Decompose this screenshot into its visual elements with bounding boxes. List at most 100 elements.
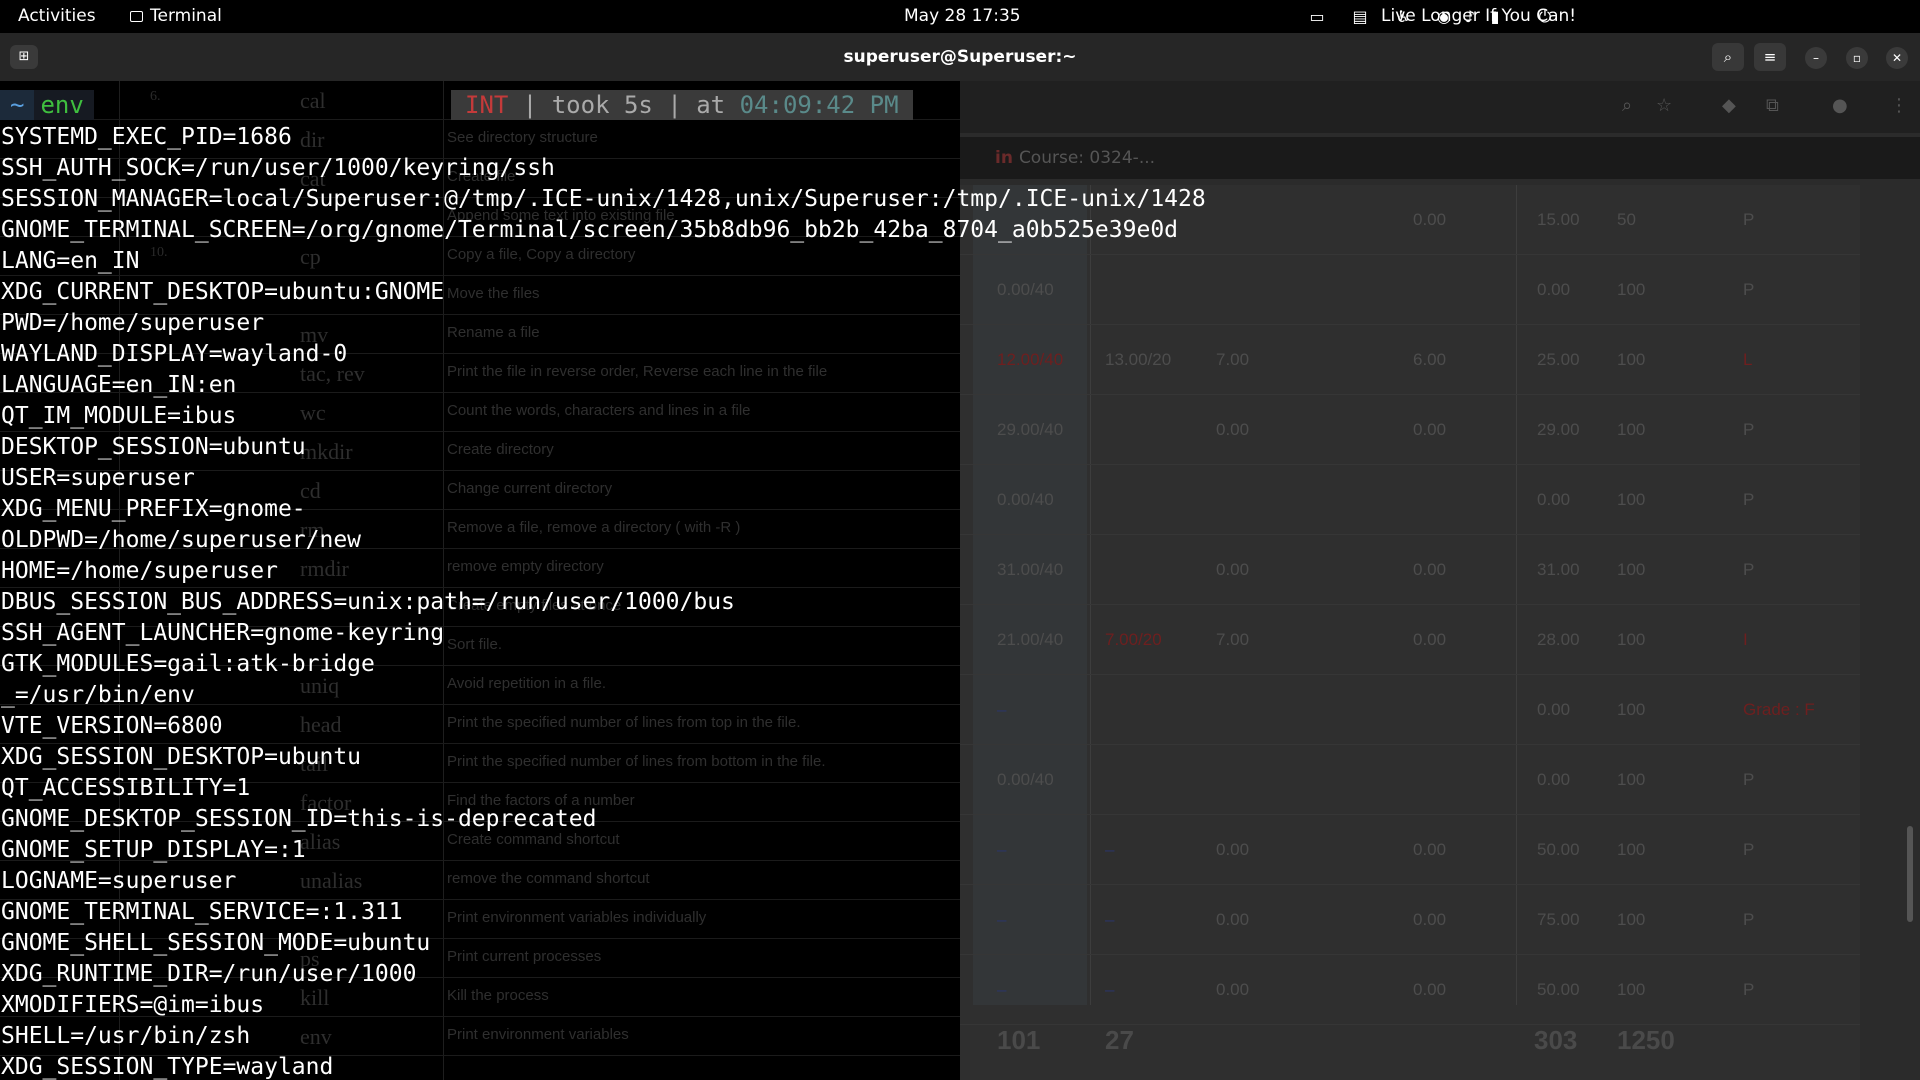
table-cell: 100 <box>1617 280 1646 299</box>
table-cell: 0.00 <box>1216 840 1250 859</box>
table-cell: 6.00 <box>1413 350 1447 369</box>
env-line: LANG=en_IN <box>1 248 140 274</box>
prompt-dir: ~ <box>0 90 35 120</box>
status-at-label: at <box>696 91 726 119</box>
env-line: SHELL=/usr/bin/zsh <box>1 1023 251 1049</box>
table-cell: 0.00 <box>1216 560 1250 579</box>
table-cell: 50.00 <box>1537 840 1580 859</box>
maximize-button[interactable]: ▫ <box>1846 47 1868 69</box>
status-time: 04:09:42 PM <box>739 91 899 119</box>
table-cell: L <box>1743 350 1753 369</box>
battery-icon[interactable]: ▮ <box>1484 6 1506 28</box>
extension-icon[interactable]: ◆ <box>1722 95 1736 116</box>
bookmark-star-icon[interactable]: ☆ <box>1656 95 1672 116</box>
table-cell: 50.00 <box>1537 980 1580 999</box>
env-line: XMODIFIERS=@im=ibus <box>1 992 265 1018</box>
env-line: GTK_MODULES=gail:atk-bridge <box>1 651 375 677</box>
env-line: LOGNAME=superuser <box>1 868 237 894</box>
gnome-top-bar: Activities Terminal May 28 17:35 Live Lo… <box>0 0 1920 33</box>
scrollbar-thumb[interactable] <box>1907 826 1913 922</box>
power-icon[interactable]: ⏻ <box>1534 6 1556 28</box>
env-output: SYSTEMD_EXEC_PID=1686 SSH_AUTH_SOCK=/run/… <box>1 122 1206 1080</box>
table-cell: 100 <box>1617 910 1646 929</box>
env-line: GNOME_SETUP_DISPLAY=:1 <box>1 837 306 863</box>
table-cell: Grade : F <box>1743 700 1815 719</box>
table-cell: 0.00 <box>1413 910 1447 929</box>
table-cell: 75.00 <box>1537 910 1580 929</box>
table-cell: 100 <box>1617 630 1646 649</box>
table-cell: P <box>1743 210 1755 229</box>
app-menu[interactable]: Terminal <box>130 0 222 33</box>
puzzle-icon[interactable]: ⧉ <box>1766 95 1779 116</box>
env-line: LANGUAGE=en_IN:en <box>1 372 237 398</box>
table-cell: P <box>1743 770 1755 789</box>
table-cell: 0.00 <box>1537 700 1571 719</box>
table-cell: P <box>1743 840 1755 859</box>
activities-button[interactable]: Activities <box>18 0 96 33</box>
status-signal: INT <box>465 91 509 119</box>
env-line: WAYLAND_DISPLAY=wayland-0 <box>1 341 348 367</box>
search-icon[interactable]: ⌕ <box>1712 43 1744 71</box>
env-line: DBUS_SESSION_BUS_ADDRESS=unix:path=/run/… <box>1 589 735 615</box>
terminal-view[interactable]: 6. cal dir See directory structure cat Create… <box>0 81 1206 1080</box>
browser-menu-icon[interactable]: ⋮ <box>1890 95 1908 116</box>
status-took-value: 5s <box>623 91 653 119</box>
env-line: GNOME_TERMINAL_SERVICE=:1.311 <box>1 899 403 925</box>
env-line: OLDPWD=/home/superuser/new <box>1 527 362 553</box>
close-button[interactable]: ✕ <box>1886 47 1908 69</box>
table-cell: 7.00 <box>1216 630 1250 649</box>
env-line: SSH_AUTH_SOCK=/run/user/1000/keyring/ssh <box>1 155 555 181</box>
accessibility-icon[interactable]: ♿ <box>1392 6 1414 28</box>
env-line: GNOME_TERMINAL_SCREEN=/org/gnome/Termina… <box>1 217 1179 243</box>
env-line: VTE_VERSION=6800 <box>1 713 223 739</box>
prompt-command: env <box>34 90 94 120</box>
env-line: XDG_MENU_PREFIX=gnome- <box>1 496 306 522</box>
table-cell: 0.00 <box>1413 980 1447 999</box>
table-cell: P <box>1743 560 1755 579</box>
window-title: superuser@Superuser:~ <box>843 47 1077 67</box>
env-line: DESKTOP_SESSION=ubuntu <box>1 434 306 460</box>
table-cell: 100 <box>1617 420 1646 439</box>
env-line: PWD=/home/superuser <box>1 310 265 336</box>
table-cell: 25.00 <box>1537 350 1580 369</box>
app-menu-label: Terminal <box>150 6 222 26</box>
total-cell: 1250 <box>1617 1025 1675 1055</box>
table-cell: 100 <box>1617 560 1646 579</box>
new-tab-button[interactable]: ⊞ <box>10 45 38 69</box>
env-line: QT_IM_MODULE=ibus <box>1 403 237 429</box>
hamburger-menu-icon[interactable]: ≡ <box>1754 43 1786 71</box>
table-cell: 0.00 <box>1413 560 1447 579</box>
table-cell: 100 <box>1617 490 1646 509</box>
table-cell: P <box>1743 490 1755 509</box>
terminal-app-icon <box>130 11 143 22</box>
table-cell: 7.00 <box>1216 350 1250 369</box>
env-line: XDG_RUNTIME_DIR=/run/user/1000 <box>1 961 417 987</box>
clock[interactable]: May 28 17:35 <box>904 0 1021 33</box>
env-line: XDG_SESSION_DESKTOP=ubuntu <box>1 744 362 770</box>
zoom-icon[interactable]: ⌕ <box>1622 95 1632 116</box>
status-took-label: took <box>551 91 610 119</box>
table-cell: 0.00 <box>1537 770 1571 789</box>
table-cell: 29.00 <box>1537 420 1580 439</box>
wifi-icon[interactable]: ◉ <box>1433 6 1455 28</box>
table-cell: 100 <box>1617 980 1646 999</box>
clipboard-icon[interactable]: ▤ <box>1349 6 1371 28</box>
table-cell: 0.00 <box>1413 840 1447 859</box>
table-cell: 0.00 <box>1413 210 1447 229</box>
table-cell: P <box>1743 420 1755 439</box>
env-line: GNOME_SHELL_SESSION_MODE=ubuntu <box>1 930 431 956</box>
profile-avatar[interactable]: ● <box>1832 95 1848 116</box>
env-line: SSH_AGENT_LAUNCHER=gnome-keyring <box>1 620 445 646</box>
minimize-button[interactable]: – <box>1805 47 1827 69</box>
table-cell: 0.00 <box>1216 910 1250 929</box>
env-line: HOME=/home/superuser <box>1 558 278 584</box>
table-cell: 28.00 <box>1537 630 1580 649</box>
table-cell: 100 <box>1617 840 1646 859</box>
table-cell: 0.00 <box>1537 280 1571 299</box>
table-cell: 0.00 <box>1216 420 1250 439</box>
page-scrollbar[interactable] <box>1907 201 1913 961</box>
volume-icon[interactable]: ♪ <box>1459 6 1481 28</box>
table-cell: 50 <box>1617 210 1636 229</box>
env-line: XDG_SESSION_TYPE=wayland <box>1 1054 334 1080</box>
screen-share-icon[interactable]: ▭ <box>1306 6 1328 28</box>
